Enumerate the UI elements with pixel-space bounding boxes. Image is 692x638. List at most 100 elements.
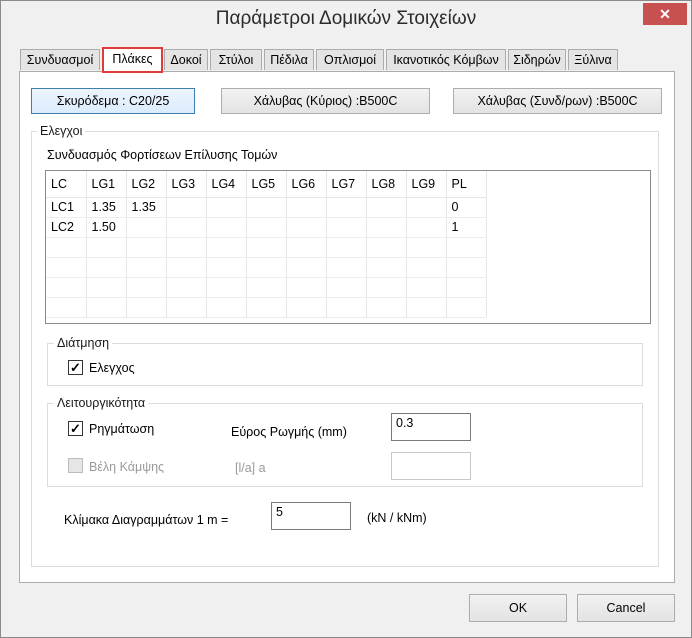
cell-lc[interactable]: LC1 [46, 197, 87, 218]
cell-lg3[interactable] [166, 197, 207, 218]
table-row[interactable] [46, 237, 487, 258]
load-combination-grid[interactable]: LC LG1 LG2 LG3 LG4 LG5 LG6 LG7 LG8 LG9 P… [45, 170, 651, 324]
empty-cell[interactable] [286, 257, 327, 278]
col-header-pl[interactable]: PL [446, 171, 487, 198]
table-row[interactable] [46, 297, 487, 318]
col-header-lc[interactable]: LC [46, 171, 87, 198]
steel-secondary-button[interactable]: Χάλυβας (Συνδ/ρων) :B500C [453, 88, 662, 114]
concrete-button[interactable]: Σκυρόδεμα : C20/25 [31, 88, 195, 114]
empty-cell[interactable] [86, 297, 127, 318]
table-row[interactable]: LC2 1.50 1 [46, 217, 487, 238]
empty-cell[interactable] [166, 237, 207, 258]
col-header-lg9[interactable]: LG9 [406, 171, 447, 198]
empty-cell[interactable] [86, 257, 127, 278]
empty-cell[interactable] [246, 277, 287, 298]
tab-dokoi[interactable]: Δοκοί [164, 49, 208, 70]
cell-lg1[interactable]: 1.50 [86, 217, 127, 238]
empty-cell[interactable] [326, 297, 367, 318]
tab-sidiron[interactable]: Σιδηρών [508, 49, 566, 70]
empty-cell[interactable] [246, 237, 287, 258]
empty-cell[interactable] [86, 237, 127, 258]
empty-cell[interactable] [406, 277, 447, 298]
empty-cell[interactable] [446, 297, 487, 318]
empty-cell[interactable] [126, 257, 167, 278]
col-header-lg4[interactable]: LG4 [206, 171, 247, 198]
empty-cell[interactable] [246, 257, 287, 278]
tab-syndyasmoi[interactable]: Συνδυασμοί [20, 49, 100, 70]
cracking-checkbox[interactable]: ✓ [68, 421, 83, 436]
cell-lg6[interactable] [286, 197, 327, 218]
diagram-scale-input[interactable]: 5 [271, 502, 351, 530]
empty-cell[interactable] [166, 277, 207, 298]
tab-ikanotikos-komvon[interactable]: Ικανοτικός Κόμβων [386, 49, 506, 70]
ok-button[interactable]: OK [469, 594, 567, 622]
close-button[interactable]: ✕ [643, 3, 687, 25]
tab-oplismoi[interactable]: Οπλισμοί [316, 49, 384, 70]
empty-cell[interactable] [446, 257, 487, 278]
cell-pl[interactable]: 0 [446, 197, 487, 218]
empty-cell[interactable] [206, 257, 247, 278]
empty-cell[interactable] [446, 277, 487, 298]
cell-lg9[interactable] [406, 197, 447, 218]
empty-cell[interactable] [126, 297, 167, 318]
cell-lg5[interactable] [246, 217, 287, 238]
empty-cell[interactable] [166, 297, 207, 318]
empty-cell[interactable] [366, 237, 407, 258]
crack-width-input[interactable]: 0.3 [391, 413, 471, 441]
empty-cell[interactable] [46, 257, 87, 278]
empty-cell[interactable] [206, 297, 247, 318]
cell-lg9[interactable] [406, 217, 447, 238]
col-header-lg1[interactable]: LG1 [86, 171, 127, 198]
col-header-lg7[interactable]: LG7 [326, 171, 367, 198]
cell-lg7[interactable] [326, 197, 367, 218]
tab-xylina[interactable]: Ξύλινα [568, 49, 618, 70]
cell-lg3[interactable] [166, 217, 207, 238]
col-header-lg3[interactable]: LG3 [166, 171, 207, 198]
cancel-button[interactable]: Cancel [577, 594, 675, 622]
cell-lg8[interactable] [366, 217, 407, 238]
punching-check-checkbox[interactable]: ✓ [68, 360, 83, 375]
empty-cell[interactable] [286, 297, 327, 318]
table-row[interactable] [46, 257, 487, 278]
empty-cell[interactable] [366, 297, 407, 318]
empty-cell[interactable] [286, 237, 327, 258]
cell-lg8[interactable] [366, 197, 407, 218]
cell-lg4[interactable] [206, 197, 247, 218]
empty-cell[interactable] [206, 237, 247, 258]
empty-cell[interactable] [206, 277, 247, 298]
empty-cell[interactable] [366, 277, 407, 298]
empty-cell[interactable] [406, 297, 447, 318]
col-header-lg8[interactable]: LG8 [366, 171, 407, 198]
col-header-lg6[interactable]: LG6 [286, 171, 327, 198]
cell-lg5[interactable] [246, 197, 287, 218]
empty-cell[interactable] [86, 277, 127, 298]
empty-cell[interactable] [326, 277, 367, 298]
cell-lg4[interactable] [206, 217, 247, 238]
empty-cell[interactable] [166, 257, 207, 278]
tab-plakes[interactable]: Πλάκες [102, 47, 163, 73]
cell-lc[interactable]: LC2 [46, 217, 87, 238]
empty-cell[interactable] [326, 257, 367, 278]
col-header-lg2[interactable]: LG2 [126, 171, 167, 198]
empty-cell[interactable] [126, 277, 167, 298]
empty-cell[interactable] [126, 237, 167, 258]
empty-cell[interactable] [246, 297, 287, 318]
empty-cell[interactable] [46, 297, 87, 318]
table-row[interactable]: LC1 1.35 1.35 0 [46, 197, 487, 218]
cell-lg2[interactable]: 1.35 [126, 197, 167, 218]
tab-styloi[interactable]: Στύλοι [210, 49, 262, 70]
empty-cell[interactable] [46, 237, 87, 258]
cell-pl[interactable]: 1 [446, 217, 487, 238]
cell-lg2[interactable] [126, 217, 167, 238]
cell-lg1[interactable]: 1.35 [86, 197, 127, 218]
tab-pedila[interactable]: Πέδιλα [264, 49, 314, 70]
cell-lg6[interactable] [286, 217, 327, 238]
empty-cell[interactable] [406, 237, 447, 258]
empty-cell[interactable] [326, 237, 367, 258]
empty-cell[interactable] [46, 277, 87, 298]
steel-main-button[interactable]: Χάλυβας (Κύριος) :B500C [221, 88, 430, 114]
cell-lg7[interactable] [326, 217, 367, 238]
empty-cell[interactable] [406, 257, 447, 278]
deflection-ratio-input[interactable] [391, 452, 471, 480]
empty-cell[interactable] [286, 277, 327, 298]
